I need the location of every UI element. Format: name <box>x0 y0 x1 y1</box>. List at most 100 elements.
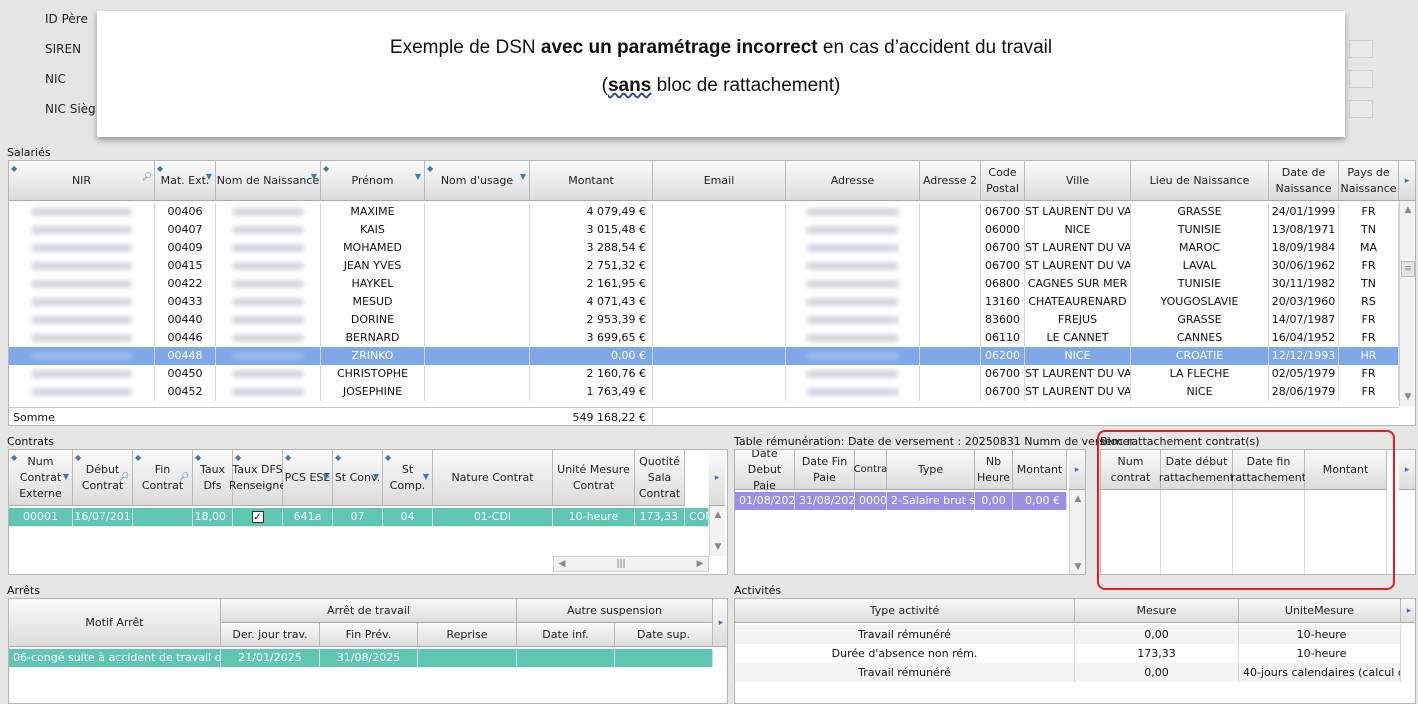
table-row[interactable]: 00409 MOHAMED 3 288,54 € 06700 ST LAURENT DU… <box>9 239 1399 257</box>
col-header-fin-prev[interactable]: Fin Prév. <box>320 623 418 647</box>
scroll-right-icon[interactable]: ▸ <box>713 599 727 647</box>
list-item[interactable]: Durée d'absence non rém. 173,33 10-heure <box>735 644 1401 663</box>
contrats-hscroll[interactable]: ◀ ||| ▶ <box>553 556 709 572</box>
col-header-unite-mesure[interactable]: UniteMesure <box>1239 599 1401 623</box>
col-header-quotite[interactable]: Quotité Sala Contrat <box>635 450 685 506</box>
table-row[interactable]: 00407 KAIS 3 015,48 € 06000 NICE TUNISIE 13/08… <box>9 221 1399 239</box>
scroll-down-icon[interactable]: ▼ <box>711 540 725 554</box>
list-item[interactable]: Travail rémunéré 0,00 10-heure <box>735 625 1401 644</box>
table-row[interactable]: 00450 CHRISTOPHE 2 160,76 € 06700 ST LAURENT… <box>9 365 1399 383</box>
table-cell <box>425 347 530 365</box>
col-header-nb-heure[interactable]: Nb Heure <box>975 450 1013 490</box>
redacted-value <box>30 334 133 342</box>
col-header-email[interactable]: Email <box>653 161 786 201</box>
cell-taux-dfs: 18,00 <box>193 508 233 526</box>
col-header-motif-arret[interactable]: Motif Arrêt <box>9 599 221 647</box>
col-header-ville[interactable]: Ville <box>1025 161 1131 201</box>
col-header-taux-dfs-renseigne[interactable]: ◆ Taux DFS Renseigne <box>229 450 286 506</box>
col-header-date-sup[interactable]: Date sup. <box>615 623 713 647</box>
col-header-date-debut-paie[interactable]: Date Debut Paie <box>735 450 795 492</box>
table-row[interactable]: 00406 MAXIME 4 079,49 € 06700 ST LAURENT DU … <box>9 203 1399 221</box>
table-row[interactable]: 00433 MESUD 4 071,43 € 13160 CHATEAURENARD YO… <box>9 293 1399 311</box>
table-cell <box>653 329 786 347</box>
check-icon[interactable]: ✓ <box>251 511 264 523</box>
col-header-code-postal[interactable]: Code Postal <box>981 161 1025 201</box>
remuneration-vscroll[interactable]: ▲ ▼ <box>1069 490 1085 574</box>
col-header-date-naissance[interactable]: Date de Naissance <box>1269 161 1339 201</box>
table-cell: FR <box>1339 383 1399 401</box>
table-cell: Travail rémunéré <box>735 663 1075 682</box>
col-header-pcs-ese[interactable]: ◆ PCS ESE ▼ <box>283 450 333 506</box>
col-header-montant[interactable]: Montant <box>1013 450 1067 490</box>
col-header-taux-dfs[interactable]: ◆ Taux Dfs <box>193 450 233 506</box>
scroll-right-icon[interactable]: ▶ <box>692 557 708 571</box>
contrat-row[interactable]: 00001 16/07/201 18,00 ✓ 641a 07 04 01-CD… <box>9 508 709 526</box>
col-header-nom-usage[interactable]: ◆ Nom d'usage ▼ <box>425 161 530 201</box>
col-header-lieu-naissance[interactable]: Lieu de Naissance <box>1131 161 1269 201</box>
caption-bold: avec un paramétrage incorrect <box>540 37 818 58</box>
siren-input[interactable] <box>1349 40 1373 58</box>
col-header-adresse[interactable]: Adresse <box>786 161 920 201</box>
col-header-date-inf[interactable]: Date inf. <box>517 623 615 647</box>
activites-grid: Type activité Mesure UniteMesure ▸ Trava… <box>734 598 1416 704</box>
scroll-down-icon[interactable]: ▼ <box>1401 390 1415 404</box>
col-header-mesure[interactable]: Mesure <box>1075 599 1239 623</box>
nic-input[interactable] <box>1349 70 1373 88</box>
scroll-left-icon[interactable]: ◀ <box>554 557 570 571</box>
table-cell: 00407 <box>155 221 216 239</box>
table-row[interactable]: 00446 BERNARD 3 699,65 € 06110 LE CANNET CANN… <box>9 329 1399 347</box>
nic-siege-input[interactable] <box>1349 100 1373 118</box>
col-header-unite-mesure[interactable]: Unité Mesure Contrat <box>553 450 635 506</box>
scroll-right-icon[interactable]: ▸ <box>1401 599 1415 623</box>
col-header-st-comp[interactable]: ◆ St Comp. ▼ <box>383 450 433 506</box>
col-header-nir[interactable]: ◆ NIR 🔎︎ <box>9 161 155 201</box>
col-header-mat-ext[interactable]: ◆ Mat. Ext. ▼ <box>155 161 216 201</box>
scroll-up-icon[interactable]: ▲ <box>1401 203 1415 217</box>
col-header-st-conv[interactable]: ◆ St Conv. ▼ <box>333 450 383 506</box>
col-header-reprise[interactable]: Reprise <box>418 623 517 647</box>
table-cell <box>9 203 155 221</box>
table-cell: KAIS <box>321 221 425 239</box>
cell-taux-renseigne[interactable]: ✓ <box>233 508 283 526</box>
table-cell <box>786 203 920 221</box>
table-row[interactable]: 00448 ZRINKO 0,00 € 06200 NICE CROATIE 12/12/1… <box>9 347 1399 365</box>
table-row[interactable]: 00422 HAYKEL 2 161,95 € 06800 CAGNES SUR MER… <box>9 275 1399 293</box>
list-item[interactable]: Travail rémunéré 0,00 40-jours calendaires… <box>735 663 1401 682</box>
col-header-der-jour[interactable]: Der. jour trav. <box>221 623 320 647</box>
col-header-pays-naissance[interactable]: Pays de Naissance <box>1339 161 1399 201</box>
scroll-right-icon[interactable]: ▸ <box>1399 450 1415 490</box>
col-header-debut-contrat[interactable]: ◆ Début Contrat 🔎︎ <box>73 450 133 506</box>
col-header-num-contrat[interactable]: ◆ Num Contrat Externe ▼ <box>9 450 73 506</box>
col-header-date-fin-paie[interactable]: Date Fin Paie <box>795 450 855 490</box>
col-header-fin-contrat[interactable]: ◆ Fin Contrat 🔎︎ <box>133 450 193 506</box>
contrats-vscroll[interactable]: ▲ ▼ <box>709 506 725 556</box>
scroll-down-icon[interactable]: ▼ <box>1071 560 1085 574</box>
table-row[interactable]: 00415 JEAN YVES 2 751,32 € 06700 ST LAURENT … <box>9 257 1399 275</box>
scroll-up-icon[interactable]: ▲ <box>1071 492 1085 506</box>
remuneration-row[interactable]: 01/08/202 31/08/202 0000 2-Salaire brut … <box>735 492 1067 510</box>
salaries-vscroll[interactable]: ▲ ≡ ▼ <box>1399 201 1415 406</box>
redacted-value <box>805 244 900 252</box>
scroll-up-icon[interactable]: ▲ <box>711 508 725 522</box>
col-header-montant[interactable]: Montant <box>530 161 653 201</box>
col-header-nature-contrat[interactable]: Nature Contrat <box>433 450 553 506</box>
table-cell: ST LAURENT DU VAR <box>1025 383 1131 401</box>
table-cell <box>216 329 321 347</box>
scroll-thumb[interactable]: ||| <box>606 557 636 571</box>
table-row[interactable]: 00440 DORINE 2 953,39 € 83600 FREJUS GRASSE 14… <box>9 311 1399 329</box>
col-header-prenom[interactable]: ◆ Prénom ▼ <box>321 161 425 201</box>
col-header-contrat[interactable]: Contra <box>854 450 887 490</box>
col-header-nom-naissance[interactable]: Nom de Naissance ▼ <box>216 161 321 201</box>
scroll-right-icon[interactable]: ▸ <box>1069 450 1085 490</box>
redacted-value <box>231 298 305 306</box>
col-header-type-activite[interactable]: Type activité <box>735 599 1075 623</box>
table-row[interactable]: 00452 JOSEPHINE 1 763,49 € 06700 ST LAURENT … <box>9 383 1399 401</box>
scroll-thumb[interactable]: ≡ <box>1401 261 1415 277</box>
table-cell: Durée d'absence non rém. <box>735 644 1075 663</box>
scroll-right-icon[interactable]: ▸ <box>709 450 725 506</box>
table-cell: 0,00 <box>1075 625 1239 644</box>
scroll-right-icon[interactable]: ▸ <box>1399 161 1415 201</box>
col-header-type[interactable]: Type <box>887 450 975 490</box>
col-header-adresse-2[interactable]: Adresse 2 <box>920 161 981 201</box>
arret-row[interactable]: 06-congé suite à accident de travail ou … <box>9 649 713 667</box>
